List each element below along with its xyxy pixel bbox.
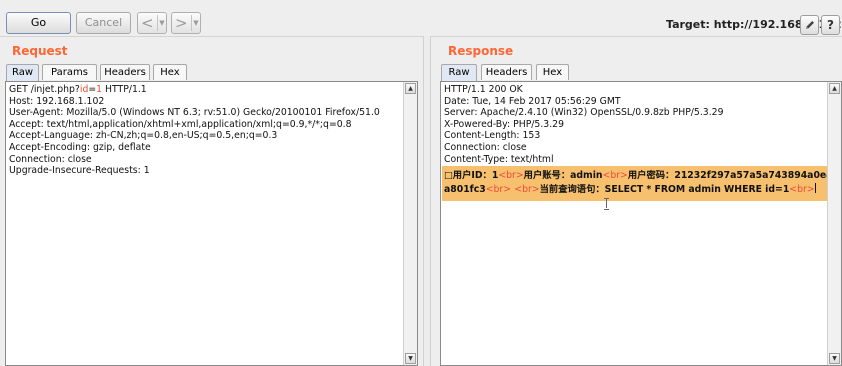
pencil-icon [805,21,814,29]
tab-request-headers[interactable]: Headers [100,64,150,80]
response-status-line: HTTP/1.1 200 OK [444,84,523,95]
response-body-highlight[interactable]: □用户ID：1<br>用户账号：admin<br>用户密码：21232f297a… [442,166,833,201]
response-header-line: Date: Tue, 14 Feb 2017 05:56:29 GMT [444,95,621,107]
chevron-down-icon[interactable]: ▼ [157,15,166,31]
request-line: GET /injet.php?id=1 HTTP/1.1 [9,84,147,95]
chevron-left-icon: < [141,14,154,32]
br-tag: <br> [789,183,815,195]
br-tag: <br> [485,183,512,195]
response-scrollbar[interactable]: ▲ ▼ [827,82,841,365]
panel-splitter[interactable] [423,36,431,366]
scroll-down-arrow-icon[interactable]: ▼ [405,353,416,364]
chevron-right-icon: > [175,14,188,32]
request-header-line: Accept-Language: zh-CN,zh;q=0.8,en-US;q=… [9,130,278,142]
response-body-line-2: a801fc3<br> <br>当前查询语句：SELECT * FROM adm… [444,182,816,195]
response-header-line: Content-Type: text/html [444,153,554,165]
go-button[interactable]: Go [6,12,71,34]
br-tag: <br> [498,170,524,181]
toolbar: Go Cancel < ▼ > ▼ Target: http://192.168… [0,0,842,36]
toolbar-divider [0,36,842,37]
tab-request-hex[interactable]: Hex [153,64,187,80]
tab-request-raw[interactable]: Raw [6,64,39,81]
request-header-line: Upgrade-Insecure-Requests: 1 [9,165,150,177]
text-cursor-icon [604,198,609,210]
tab-request-params[interactable]: Params [42,64,97,80]
tab-response-hex[interactable]: Hex [536,64,569,80]
chevron-down-icon[interactable]: ▼ [191,15,200,31]
edit-target-button[interactable] [800,15,819,35]
br-tag: <br> [602,170,628,181]
response-editor[interactable]: HTTP/1.1 200 OK Date: Tue, 14 Feb 2017 05… [440,81,842,366]
response-text[interactable]: HTTP/1.1 200 OK Date: Tue, 14 Feb 2017 05… [444,84,724,165]
request-scrollbar[interactable]: ▲ ▼ [403,82,417,365]
request-header-line: Connection: close [9,153,92,165]
br-tag: <br> [514,183,540,195]
cancel-button[interactable]: Cancel [76,12,131,34]
response-panel-title: Response [448,44,514,58]
scroll-up-arrow-icon[interactable]: ▲ [829,83,840,94]
request-editor[interactable]: GET /injet.php?id=1 HTTP/1.1 Host: 192.16… [5,81,418,366]
text-caret [814,182,816,193]
response-body-line-1: □用户ID：1<br>用户账号：admin<br>用户密码：21232f297a… [444,170,833,181]
request-text[interactable]: GET /injet.php?id=1 HTTP/1.1 Host: 192.16… [9,84,380,177]
response-header-line: Server: Apache/2.4.10 (Win32) OpenSSL/0.… [444,107,724,119]
scroll-up-arrow-icon[interactable]: ▲ [405,83,416,94]
request-header-line: Host: 192.168.1.102 [9,95,105,107]
back-button[interactable]: < ▼ [137,12,167,34]
scroll-down-arrow-icon[interactable]: ▼ [829,353,840,364]
forward-button[interactable]: > ▼ [171,12,201,34]
request-header-line: Accept-Encoding: gzip, deflate [9,141,151,153]
request-header-line: Accept: text/html,application/xhtml+xml,… [9,118,352,130]
tab-response-raw[interactable]: Raw [441,64,477,81]
response-header-line: Content-Length: 153 [444,130,541,142]
response-header-line: X-Powered-By: PHP/5.3.29 [444,118,565,130]
tab-response-headers[interactable]: Headers [481,64,532,80]
request-panel-title: Request [12,44,68,58]
response-header-line: Connection: close [444,141,527,153]
request-header-line: User-Agent: Mozilla/5.0 (Windows NT 6.3;… [9,107,380,119]
help-button[interactable]: ? [821,15,840,35]
